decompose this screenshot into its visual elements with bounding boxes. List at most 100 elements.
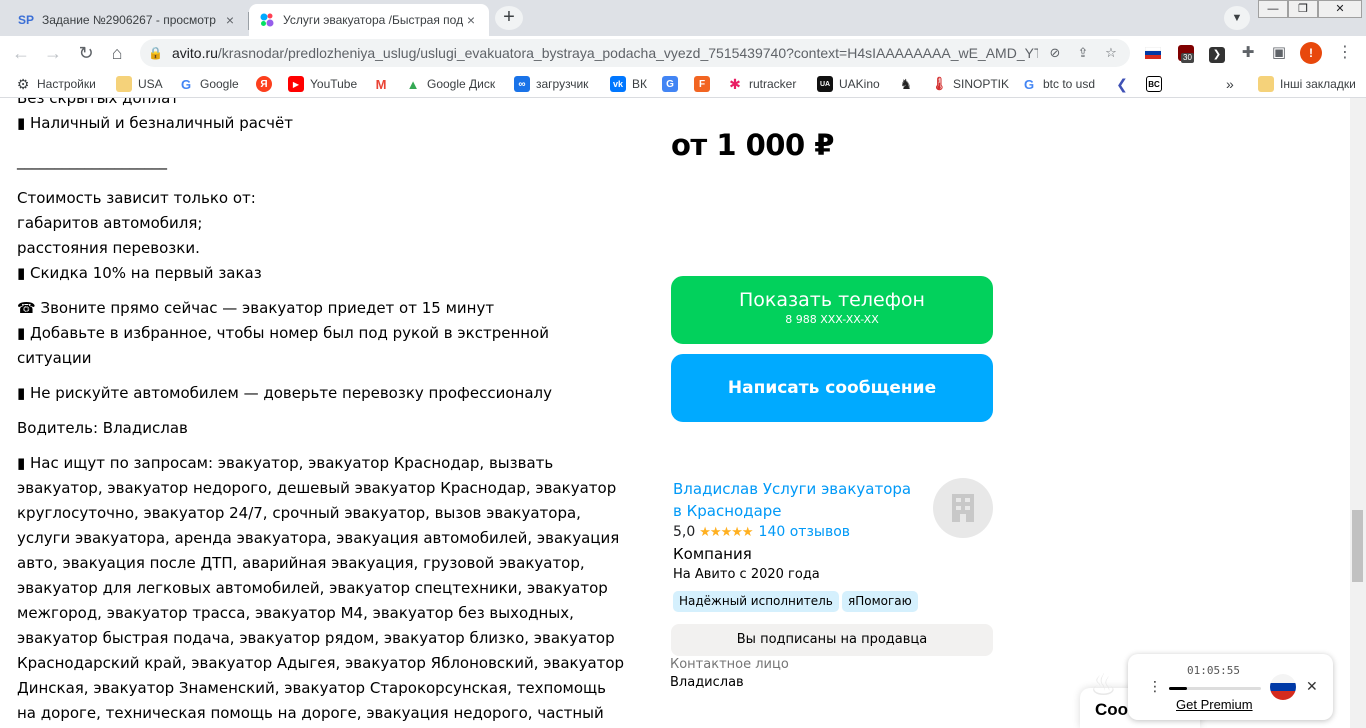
f-icon: F xyxy=(694,76,710,92)
contact-person-name: Владислав xyxy=(670,675,744,690)
tab-close-icon[interactable]: × xyxy=(222,12,238,28)
camera-blocked-icon[interactable]: ⊘ xyxy=(1044,42,1066,64)
description-divider: ____________________ xyxy=(17,152,167,170)
bookmark-translate[interactable]: G xyxy=(662,76,684,92)
address-bar[interactable]: 🔒 avito.ru/krasnodar/predlozheniya_uslug… xyxy=(140,39,1130,67)
reviews-link[interactable]: 140 отзывов xyxy=(759,524,850,540)
bookmark-google-drive[interactable]: ▲ Google Диск xyxy=(405,76,496,92)
new-tab-button[interactable]: + xyxy=(495,6,523,30)
rating-value: 5,0 xyxy=(673,524,696,540)
tab-close-icon[interactable]: × xyxy=(463,12,479,28)
tab-task[interactable]: SP Задание №2906267 - просмотр × xyxy=(8,4,248,36)
seller-type: Компания xyxy=(673,545,752,563)
bookmark-arrow[interactable]: ❮ xyxy=(1114,76,1136,92)
bookmark-bc[interactable]: BC xyxy=(1146,76,1168,92)
bookmark-vk[interactable]: vk ВК xyxy=(610,76,647,92)
tab-avito[interactable]: Услуги эвакуатора /Быстрая под × xyxy=(249,4,489,36)
uakino-icon: UA xyxy=(817,76,833,92)
tab-search-chevron-icon[interactable]: ▼ xyxy=(1224,6,1250,30)
description-line: расстояния перевозки. xyxy=(17,239,200,257)
sp-favicon-icon: SP xyxy=(18,13,35,27)
kebab-menu-icon[interactable]: ⋮ xyxy=(1334,42,1356,64)
ublock-extension-icon[interactable]: 30 xyxy=(1175,42,1197,64)
description-line: Без скрытых доплат xyxy=(17,98,180,107)
gmail-icon: M xyxy=(375,76,387,92)
bookmark-uakino[interactable]: UA UAKino xyxy=(817,76,880,92)
bookmark-rutracker[interactable]: ✱ rutracker xyxy=(727,76,796,92)
seller-rating: 5,0 ★★★★★ 140 отзывов xyxy=(673,524,850,540)
bookmark-chess[interactable]: ♞ xyxy=(898,76,920,92)
description-keywords: ▮ Нас ищут по запросам: эвакуатор, эваку… xyxy=(17,454,625,722)
lock-icon[interactable]: 🔒 xyxy=(148,46,163,60)
bookmark-usa[interactable]: USA xyxy=(116,76,163,92)
seller-since: На Авито с 2020 года xyxy=(673,567,820,582)
bookmark-star-icon[interactable]: ☆ xyxy=(1100,42,1122,64)
building-icon xyxy=(952,494,974,522)
price: от 1 000 ₽ xyxy=(671,128,834,162)
gap xyxy=(17,406,627,416)
bookmarks-overflow-chevron[interactable]: » xyxy=(1226,76,1234,92)
back-arrow-icon[interactable]: ← xyxy=(8,40,34,66)
infinity-icon: ∞ xyxy=(514,76,530,92)
bookmark-youtube[interactable]: ▶ YouTube xyxy=(288,76,357,92)
description-line: ▮ Добавьте в избранное, чтобы номер был … xyxy=(17,324,549,367)
player-menu-icon[interactable]: ⋮ xyxy=(1148,678,1162,695)
scrollbar-track[interactable] xyxy=(1350,98,1366,728)
tab-title: Услуги эвакуатора /Быстрая под xyxy=(283,13,463,27)
phone-masked: 8 988 XXX-XX-XX xyxy=(785,313,879,326)
badge-reliable[interactable]: Надёжный исполнитель xyxy=(673,591,839,612)
translate-icon: G xyxy=(662,76,678,92)
show-phone-label: Показать телефон xyxy=(739,289,925,311)
seller-name-link[interactable]: Владислав Услуги эвакуатора в Краснодаре xyxy=(673,478,923,522)
minimize-button[interactable]: — xyxy=(1258,0,1288,18)
google-drive-icon: ▲ xyxy=(406,76,420,92)
russia-flag-icon[interactable] xyxy=(1270,674,1296,700)
url-text[interactable]: avito.ru/krasnodar/predlozheniya_uslug/u… xyxy=(172,45,1038,61)
maximize-button[interactable]: ❐ xyxy=(1288,0,1318,18)
extension-icon[interactable]: ❯ xyxy=(1206,42,1228,64)
bookmark-google[interactable]: G Google xyxy=(178,76,239,92)
bookmark-yandex[interactable]: Я xyxy=(256,76,278,92)
yandex-icon: Я xyxy=(256,76,272,92)
reload-icon[interactable]: ↻ xyxy=(73,40,99,66)
gap xyxy=(17,371,627,381)
flame-icon: ♨ xyxy=(1090,669,1117,702)
bookmark-gmail[interactable]: M xyxy=(373,76,395,92)
gap xyxy=(17,286,627,296)
arrow-icon: ❮ xyxy=(1116,75,1128,92)
description-line: Стоимость зависит только от: xyxy=(17,189,256,207)
bookmark-settings[interactable]: ⚙ Настройки xyxy=(15,76,96,92)
bookmark-btc-to-usd[interactable]: Gbtc to usd xyxy=(1021,76,1095,92)
gear-icon: ⚙ xyxy=(16,75,30,92)
badge-ya-pomogayu[interactable]: яПомогаю xyxy=(842,591,918,612)
puzzle-extensions-icon[interactable]: ✚ xyxy=(1237,42,1259,64)
russia-flag-extension-icon[interactable] xyxy=(1142,42,1164,64)
description-line: ☎ Звоните прямо сейчас — эвакуатор приед… xyxy=(17,299,495,317)
subscribed-button[interactable]: Вы подписаны на продавца xyxy=(671,624,993,656)
description-line: габаритов автомобиля; xyxy=(17,214,203,232)
get-premium-link[interactable]: Get Premium xyxy=(1176,697,1253,712)
bookmark-sinoptik[interactable]: 🌡 SINOPTIK xyxy=(931,76,1009,92)
player-progress-fill xyxy=(1169,687,1188,690)
show-phone-button[interactable]: Показать телефон 8 988 XXX-XX-XX xyxy=(671,276,993,344)
other-bookmarks-folder[interactable]: Інші закладки xyxy=(1258,76,1356,92)
send-message-button[interactable]: Написать сообщение xyxy=(671,354,993,422)
player-close-icon[interactable]: ✕ xyxy=(1306,678,1318,695)
scrollbar-thumb[interactable] xyxy=(1352,510,1363,582)
tab-strip: SP Задание №2906267 - просмотр × Услуги … xyxy=(0,0,1366,36)
bookmark-f[interactable]: F xyxy=(694,76,716,92)
bookmark-downloader[interactable]: ∞ загрузчик xyxy=(514,76,588,92)
bookmarks-bar: ⚙ Настройки USA G Google Я ▶ YouTube M ▲ Goo… xyxy=(0,70,1366,98)
google-icon: G xyxy=(180,76,192,92)
close-window-button[interactable]: ✕ xyxy=(1318,0,1362,18)
player-progress-bar[interactable] xyxy=(1169,687,1261,690)
side-panel-icon[interactable]: ▣ xyxy=(1268,42,1290,64)
profile-avatar[interactable]: ! xyxy=(1300,42,1322,64)
description-line xyxy=(17,174,627,186)
forward-arrow-icon[interactable]: → xyxy=(40,40,66,66)
description-line: ▮ Скидка 10% на первый заказ xyxy=(17,264,262,282)
home-icon[interactable]: ⌂ xyxy=(104,40,130,66)
share-icon[interactable]: ⇪ xyxy=(1072,42,1094,64)
folder-icon xyxy=(1258,76,1274,92)
seller-avatar[interactable] xyxy=(933,478,993,538)
